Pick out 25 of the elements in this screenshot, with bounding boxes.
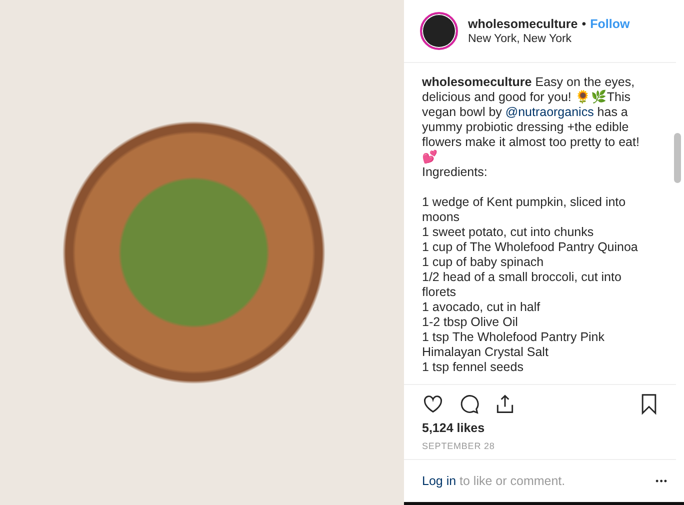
- heart-icon[interactable]: [422, 393, 444, 415]
- caption: wholesomeculture Easy on the eyes, delicious and good for you! 🌻🌿This vegan bowl by @nutraorganics has a yummy probiotic dressing +the edible flowers make it almost too pretty to eat! 💕: [422, 75, 640, 165]
- ingredient-line: 1-2 tbsp Olive Oil: [422, 315, 519, 330]
- login-prompt: Log in to like or comment.: [422, 474, 566, 488]
- mention-link[interactable]: @nutraorganics: [505, 105, 594, 119]
- separator-dot: •: [582, 17, 586, 31]
- login-link[interactable]: Log in: [422, 474, 456, 488]
- ingredients-heading: Ingredients:: [422, 165, 488, 180]
- more-button[interactable]: •••: [656, 476, 668, 486]
- ingredient-line: 1 sweet potato, cut into chunks: [422, 225, 595, 240]
- ingredient-line: 1 tsp fennel seeds: [422, 360, 524, 375]
- share-icon[interactable]: [494, 393, 516, 415]
- ingredient-line: 1 cup of The Wholefood Pantry Quinoa: [422, 240, 639, 255]
- post-date: SEPTEMBER 28: [404, 437, 676, 460]
- comment-icon[interactable]: [458, 393, 480, 415]
- ingredient-line: 1 wedge of Kent pumpkin, sliced into moons: [422, 195, 627, 225]
- ingredient-line: 1 tsp The Wholefood Pantry Pink Himalayan Crystal Salt: [422, 330, 606, 360]
- scrollbar-thumb[interactable]: [674, 133, 681, 183]
- ingredient-line: 1 avocado, cut in half: [422, 300, 542, 315]
- likes-count[interactable]: 5,124 likes: [404, 419, 684, 437]
- avatar[interactable]: [420, 12, 458, 50]
- username[interactable]: wholesomeculture: [468, 17, 578, 31]
- ingredient-line: 1 cup of baby spinach: [422, 255, 545, 270]
- ingredient-line: 1/2 head of a small broccoli, cut into florets: [422, 270, 622, 300]
- location[interactable]: New York, New York: [468, 33, 630, 45]
